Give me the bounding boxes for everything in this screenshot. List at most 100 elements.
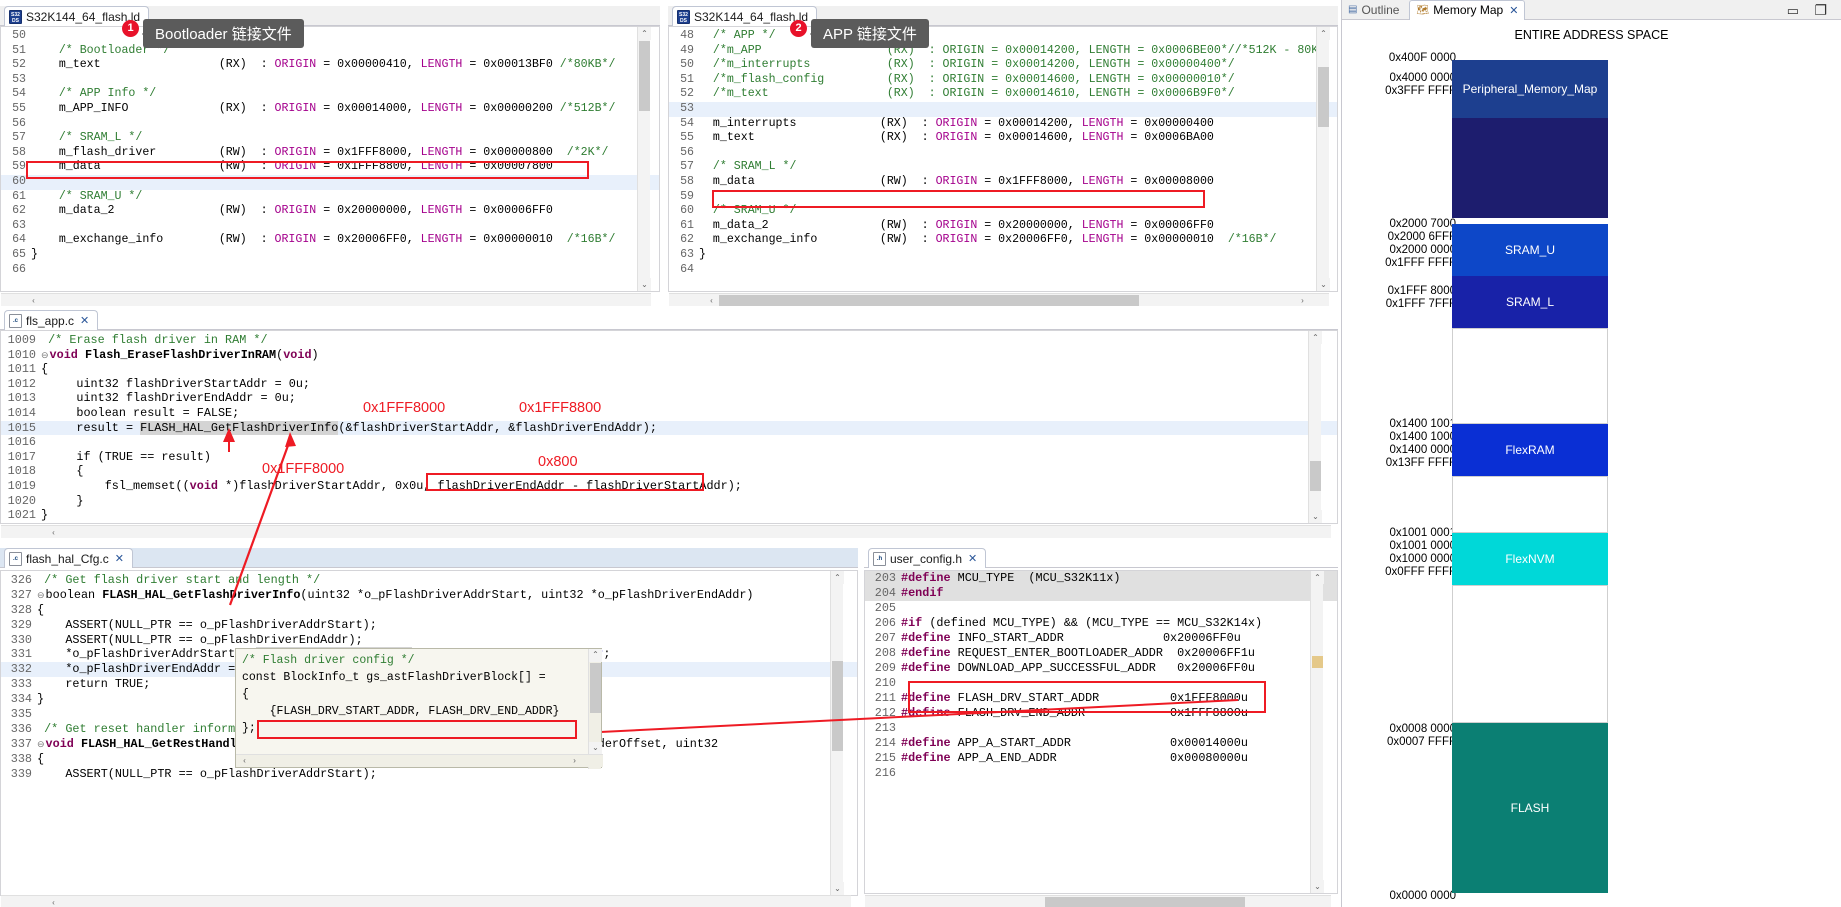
line-number: 1010 [7,347,36,362]
tab-flash-hal-cfg[interactable]: .c flash_hal_Cfg.c ✕ [4,548,133,568]
horizontal-scrollbar-popup[interactable]: ‹ › [236,754,603,767]
memory-region-block[interactable]: FlexRAM [1452,424,1608,476]
close-icon[interactable]: ✕ [968,552,977,565]
line-number: 53 [12,72,26,86]
horizontal-scrollbar-right[interactable]: ‹ › [669,293,1329,306]
code-area-app-ld[interactable]: 48 /* APP */49 /*m_APP (RX) : ORIGIN = 0… [668,26,1338,292]
tab-user-config[interactable]: .h user_config.h ✕ [868,548,987,568]
scroll-thumb-h[interactable] [1045,897,1245,907]
line-number: 208 [874,646,896,660]
close-icon[interactable]: ✕ [1509,4,1518,17]
horizontal-scrollbar-hal[interactable]: ‹ [1,895,851,907]
fold-toggle-icon[interactable]: ⊖ [41,351,49,361]
scroll-thumb-h[interactable] [719,295,1139,306]
code-token: m_text (RX) : [699,131,936,145]
scroll-thumb[interactable] [1312,656,1323,668]
code-line: 206 #if (defined MCU_TYPE) && (MCU_TYPE =… [865,616,1337,631]
fold-toggle-icon[interactable]: ⊖ [37,740,45,750]
code-area-bootloader-ld[interactable]: 50 51 /* Bootloader */52 m_text (RX) : OR… [0,26,660,292]
close-icon[interactable]: ✕ [80,314,89,327]
memory-address-label: 0x0000 0000 [1389,890,1456,902]
code-area-fls-app[interactable]: 1009 /* Erase flash driver in RAM */1010… [0,330,1338,524]
scroll-up-arrow[interactable]: ⌃ [638,27,651,40]
code-token: ORIGIN [935,174,978,188]
fold-toggle-icon[interactable]: ⊖ [37,591,45,601]
code-line: 60 [1,174,659,190]
scroll-up-arrow[interactable]: ⌃ [1317,27,1330,40]
line-number: 1014 [7,405,36,420]
vertical-scrollbar-left[interactable]: ⌃ ⌄ [637,27,651,291]
code-line: 204 #endif [865,586,1337,601]
scroll-up-arrow[interactable]: ⌃ [1311,571,1324,584]
line-number: 213 [874,721,896,735]
memory-region-block[interactable]: FlexNVM [1452,533,1608,585]
memory-region-block[interactable] [1452,476,1608,533]
code-line: 61 m_data_2 (RW) : ORIGIN = 0x20000000, … [669,219,1337,234]
memory-address-label: 0x3FFF FFFF [1385,85,1456,97]
vertical-scrollbar-right[interactable]: ⌃ ⌄ [1316,27,1330,291]
scroll-down-arrow[interactable]: ⌄ [831,882,844,895]
memory-region-block[interactable]: Peripheral_Memory_Map [1452,60,1608,118]
code-area-user-config[interactable]: 203 #define MCU_TYPE (MCU_S32K11x) 204 #end… [864,570,1338,894]
code-token: #endif [901,586,944,600]
tab-outline[interactable]: ▤ Outline [1348,3,1399,17]
code-line: 62 m_exchange_info (RW) : ORIGIN = 0x200… [669,233,1337,248]
line-number: 339 [10,766,32,781]
code-line: 327 ⊖boolean FLASH_HAL_GetFlashDriverInfo… [1,588,857,603]
memory-region-block[interactable] [1452,118,1608,218]
memory-region-block[interactable]: SRAM_L [1452,276,1608,328]
scroll-thumb[interactable] [639,41,650,111]
vertical-scrollbar-fls[interactable]: ⌃ ⌄ [1308,331,1322,523]
scroll-up-arrow[interactable]: ⌃ [831,571,844,584]
memory-map-view: ▤ Outline 🗺 Memory Map ✕ ▭ ❐ ENTIRE ADDR… [1341,0,1841,907]
horizontal-scrollbar-uc[interactable] [865,895,1331,907]
popup-code-line: const BlockInfo_t gs_astFlashDriverBlock… [242,671,546,684]
code-line: 208 #define REQUEST_ENTER_BOOTLOADER_ADDR… [865,646,1337,661]
line-number: 61 [680,218,694,232]
scroll-left-arrow[interactable]: ‹ [47,526,60,539]
scroll-thumb[interactable] [832,661,843,751]
memory-region-block[interactable]: FLASH [1452,723,1608,893]
scroll-thumb[interactable] [1310,461,1321,491]
scroll-down-arrow[interactable]: ⌄ [1309,510,1322,523]
vertical-scrollbar-uc[interactable]: ⌃ ⌄ [1310,571,1324,893]
code-line: 54 m_interrupts (RX) : ORIGIN = 0x000142… [669,117,1337,132]
memory-region-block[interactable] [1452,328,1608,424]
scroll-right-arrow[interactable]: › [568,755,581,768]
line-number: 58 [12,145,26,159]
tab-fls-app[interactable]: .c fls_app.c ✕ [4,310,99,330]
tab-memory-map[interactable]: 🗺 Memory Map ✕ [1409,0,1526,20]
code-line: 58 m_flash_driver (RW) : ORIGIN = 0x1FFF… [1,146,659,161]
scroll-down-arrow[interactable]: ⌄ [1311,880,1324,893]
code-token: (uint32 *o_pFlashDriverAddrStart, uint32… [300,587,754,602]
scroll-down-arrow[interactable]: ⌄ [638,278,651,291]
scroll-left-arrow[interactable]: ‹ [238,755,251,768]
scroll-down-arrow[interactable]: ⌄ [1317,278,1330,291]
scroll-left-arrow[interactable]: ‹ [47,896,60,907]
vertical-scrollbar-popup[interactable]: ⌃ ⌄ [588,649,602,769]
maximize-button[interactable]: ❐ [1814,2,1827,19]
code-token: LENGTH [420,204,463,218]
scroll-up-arrow[interactable]: ⌃ [1309,331,1322,344]
memory-region-block[interactable]: SRAM_U [1452,224,1608,276]
code-token: m_exchange_info (RW) : [31,233,275,247]
scroll-thumb[interactable] [590,663,601,713]
scroll-thumb[interactable] [1318,67,1329,127]
vertical-scrollbar-hal[interactable]: ⌃ ⌄ [830,571,844,895]
horizontal-scrollbar-fls[interactable]: ‹ [1,525,1331,538]
code-token: = 0x00006FF0 [1123,218,1214,232]
scroll-right-arrow[interactable]: › [1296,294,1309,307]
scroll-up-arrow[interactable]: ⌃ [589,649,602,662]
code-token: = 0x00014200, [977,116,1082,130]
horizontal-scrollbar-left[interactable]: ‹ [1,293,651,306]
memory-region-block[interactable] [1452,585,1608,723]
code-token: if (TRUE == result) [41,449,211,464]
tab-label: S32K144_64_flash.ld [694,9,809,24]
scroll-left-arrow[interactable]: ‹ [27,294,40,307]
code-token: INFO_START_ADDR 0x20006FF0u [950,631,1241,645]
scroll-left-arrow[interactable]: ‹ [705,294,718,307]
close-icon[interactable]: ✕ [115,552,124,565]
code-token: /* Erase flash driver in RAM */ [41,333,268,347]
code-token: /*512B*/ [559,101,616,115]
minimize-button[interactable]: ▭ [1787,3,1799,19]
